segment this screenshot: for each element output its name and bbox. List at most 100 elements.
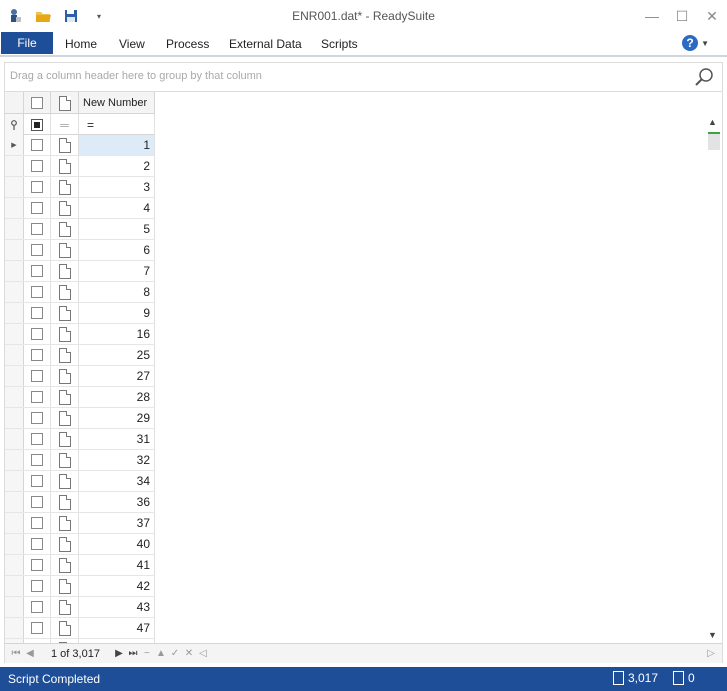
table-row[interactable]: 9 [5,303,155,324]
row-document-cell[interactable] [51,387,79,407]
row-document-cell[interactable] [51,303,79,323]
row-document-cell[interactable] [51,366,79,386]
row-indicator[interactable] [5,345,24,365]
row-indicator[interactable] [5,471,24,491]
row-document-cell[interactable] [51,576,79,596]
commit-icon[interactable]: ✓ [168,648,182,659]
row-indicator[interactable] [5,366,24,386]
new-number-cell[interactable]: 2 [79,156,155,176]
row-checkbox[interactable] [24,471,51,491]
close-icon[interactable]: ✕ [697,0,727,32]
row-document-cell[interactable] [51,471,79,491]
row-checkbox[interactable] [24,555,51,575]
new-number-cell[interactable]: 29 [79,408,155,428]
select-all-checkbox[interactable] [24,92,51,114]
tab-external-data[interactable]: External Data [229,37,302,51]
table-row[interactable]: 25 [5,345,155,366]
table-row[interactable]: 34 [5,471,155,492]
row-indicator[interactable] [5,450,24,470]
row-checkbox[interactable] [24,177,51,197]
row-document-cell[interactable] [51,513,79,533]
table-row[interactable]: 42 [5,576,155,597]
document-column-header[interactable] [51,92,79,114]
row-document-cell[interactable] [51,618,79,638]
row-indicator[interactable] [5,156,24,176]
table-row[interactable]: 2 [5,156,155,177]
row-indicator[interactable] [5,240,24,260]
scroll-left-icon[interactable]: ◁ [196,648,210,659]
row-checkbox[interactable] [24,135,51,155]
tab-scripts[interactable]: Scripts [321,37,358,51]
table-row[interactable]: 41 [5,555,155,576]
row-document-cell[interactable] [51,408,79,428]
new-number-cell[interactable]: 40 [79,534,155,554]
table-row[interactable]: 7 [5,261,155,282]
table-row[interactable]: 40 [5,534,155,555]
row-checkbox[interactable] [24,408,51,428]
tab-file[interactable]: File [1,32,53,54]
row-checkbox[interactable] [24,303,51,323]
vertical-scrollbar[interactable]: ▲ ▼ [705,114,722,643]
filter-document-operator[interactable]: ═ [51,114,79,135]
new-number-cell[interactable]: 34 [79,471,155,491]
first-record-icon[interactable]: ⏮ [9,648,23,659]
table-row[interactable]: 8 [5,282,155,303]
next-record-icon[interactable]: ▶ [112,648,126,659]
row-checkbox[interactable] [24,534,51,554]
table-row[interactable]: 16 [5,324,155,345]
row-checkbox[interactable] [24,198,51,218]
row-document-cell[interactable] [51,261,79,281]
row-indicator[interactable] [5,324,24,344]
row-indicator[interactable] [5,534,24,554]
new-number-cell[interactable]: 25 [79,345,155,365]
row-checkbox[interactable] [24,387,51,407]
tab-process[interactable]: Process [166,37,209,51]
new-number-cell[interactable]: 36 [79,492,155,512]
new-number-cell[interactable]: 9 [79,303,155,323]
new-number-cell[interactable]: 7 [79,261,155,281]
row-indicator[interactable] [5,576,24,596]
row-indicator[interactable] [5,597,24,617]
row-checkbox[interactable] [24,345,51,365]
row-document-cell[interactable] [51,198,79,218]
row-indicator[interactable] [5,198,24,218]
table-row[interactable]: 27 [5,366,155,387]
row-checkbox[interactable] [24,156,51,176]
row-document-cell[interactable] [51,597,79,617]
table-row[interactable]: 31 [5,429,155,450]
delete-record-icon[interactable]: − [140,648,154,659]
row-indicator[interactable] [5,555,24,575]
row-document-cell[interactable] [51,450,79,470]
new-number-cell[interactable]: 32 [79,450,155,470]
row-document-cell[interactable] [51,177,79,197]
row-indicator[interactable] [5,282,24,302]
maximize-icon[interactable]: ☐ [667,0,697,32]
new-number-cell[interactable]: 16 [79,324,155,344]
scroll-up-icon[interactable]: ▲ [708,117,717,127]
new-number-cell[interactable]: 6 [79,240,155,260]
row-indicator[interactable] [5,177,24,197]
row-checkbox[interactable] [24,366,51,386]
row-indicator[interactable]: ▶ [5,135,24,155]
row-document-cell[interactable] [51,429,79,449]
row-checkbox[interactable] [24,240,51,260]
row-indicator[interactable] [5,219,24,239]
row-document-cell[interactable] [51,282,79,302]
tab-view[interactable]: View [119,37,145,51]
row-checkbox[interactable] [24,324,51,344]
filter-pin-icon[interactable] [5,114,24,135]
new-number-cell[interactable]: 1 [79,135,155,155]
table-row[interactable]: 43 [5,597,155,618]
row-indicator[interactable] [5,618,24,638]
search-icon[interactable] [694,67,714,87]
new-number-cell[interactable]: 5 [79,219,155,239]
row-indicator[interactable] [5,261,24,281]
new-number-cell[interactable]: 27 [79,366,155,386]
new-number-cell[interactable]: 3 [79,177,155,197]
row-checkbox[interactable] [24,513,51,533]
tab-home[interactable]: Home [65,37,97,51]
new-number-cell[interactable]: 37 [79,513,155,533]
table-row[interactable]: ▶ 1 [5,135,155,156]
up-record-icon[interactable]: ▲ [154,648,168,659]
row-document-cell[interactable] [51,240,79,260]
